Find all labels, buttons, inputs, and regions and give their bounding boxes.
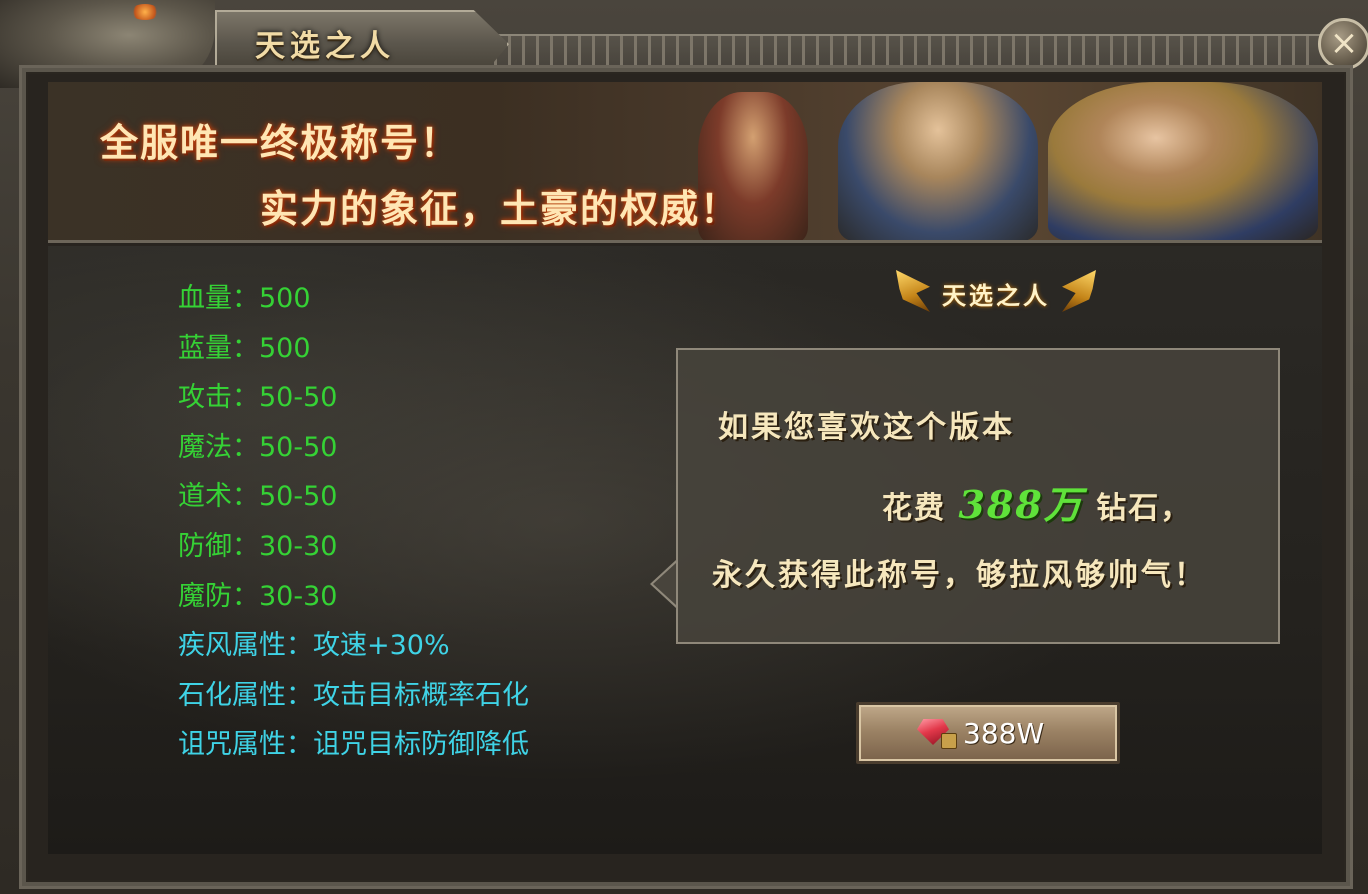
price-prefix: 花费 bbox=[882, 491, 946, 526]
bubble-tail bbox=[650, 560, 676, 608]
dialog-frame: 天选之人 × 全服唯一终极称号！ 实力的象征，土豪的权威！ 血量：500 蓝量：5… bbox=[0, 0, 1368, 894]
stat-row: 魔防：30-30 bbox=[178, 580, 338, 612]
stat-row: 石化属性：攻击目标概率石化 bbox=[178, 679, 529, 711]
description-line-3: 永久获得此称号，够拉风够帅气！ bbox=[712, 558, 1207, 593]
title-details-panel: 血量：500 蓝量：500 攻击：50-50 魔法：50-50 道术：50-50 防御：3… bbox=[48, 246, 1322, 854]
buy-button[interactable]: 388W bbox=[856, 702, 1120, 764]
wing-right-icon bbox=[1062, 270, 1096, 312]
wing-left-icon bbox=[896, 270, 930, 312]
stat-row: 魔法：50-50 bbox=[178, 431, 338, 463]
title-plate: 天选之人 bbox=[215, 10, 509, 72]
stat-row: 防御：30-30 bbox=[178, 530, 338, 562]
stat-row: 血量：500 bbox=[178, 283, 311, 314]
close-button[interactable]: × bbox=[1318, 18, 1368, 70]
stat-row: 蓝量：500 bbox=[178, 332, 311, 364]
banner-headline: 全服唯一终极称号！ bbox=[100, 121, 461, 165]
badge-label: 天选之人 bbox=[942, 281, 1050, 310]
stat-row: 疾风属性：攻速+30% bbox=[178, 630, 450, 662]
banner-subline: 实力的象征，土豪的权威！ bbox=[260, 187, 741, 231]
stat-list: 血量：500 蓝量：500 攻击：50-50 魔法：50-50 道术：50-50 防御：3… bbox=[178, 274, 529, 770]
warrior-hero-art bbox=[1048, 82, 1318, 240]
stat-row: 攻击：50-50 bbox=[178, 382, 338, 414]
price-suffix: 钻石， bbox=[1096, 491, 1193, 526]
description-line-2: 花费 388万 钻石， bbox=[882, 474, 1192, 529]
stat-row: 道术：50-50 bbox=[178, 481, 338, 513]
description-line-1: 如果您喜欢这个版本 bbox=[718, 410, 1015, 445]
description-bubble: 如果您喜欢这个版本 花费 388万 钻石， 永久获得此称号，够拉风够帅气！ bbox=[650, 348, 1280, 644]
mage-hero-art bbox=[838, 82, 1038, 240]
title-badge: 天选之人 bbox=[896, 270, 1096, 314]
lock-icon bbox=[941, 733, 957, 749]
buy-button-label: 388W bbox=[963, 717, 1045, 750]
promo-banner: 全服唯一终极称号！ 实力的象征，土豪的权威！ bbox=[48, 82, 1322, 243]
window-title: 天选之人 bbox=[255, 29, 395, 64]
greek-key-border bbox=[480, 34, 1320, 68]
price-amount: 388万 bbox=[958, 482, 1084, 527]
stat-row: 诅咒属性：诅咒目标防御降低 bbox=[178, 729, 529, 761]
